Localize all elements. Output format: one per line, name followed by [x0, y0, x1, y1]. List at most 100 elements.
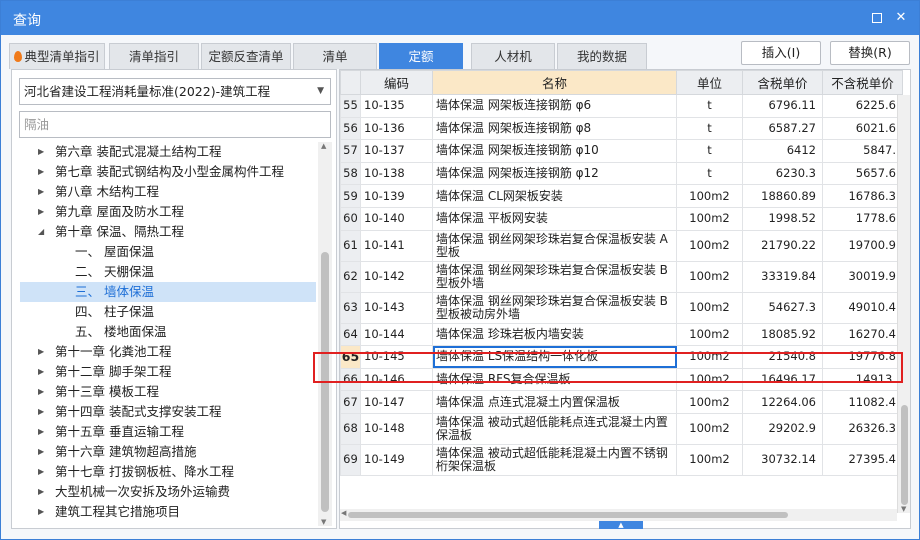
unit-cell[interactable]: 100m2 [676, 412, 743, 445]
price-with-tax-cell[interactable]: 29202.9 [742, 412, 823, 445]
price-with-tax-cell[interactable]: 12264.06 [742, 390, 823, 414]
unit-cell[interactable]: 100m2 [676, 291, 743, 324]
tree-node-chapter[interactable]: ▶ 第七章 装配式钢结构及小型金属构件工程 [20, 162, 316, 182]
table-vertical-scrollbar[interactable]: ▼ [897, 95, 910, 513]
unit-cell[interactable]: t [676, 116, 743, 141]
tab-list[interactable]: 清单 [293, 43, 377, 69]
table-row[interactable]: 55 10-135 墙体保温 网架板连接钢筋 φ6 t 6796.11 6225.6 [340, 94, 903, 118]
name-cell[interactable]: 墙体保温 点连式混凝土内置保温板 [432, 390, 677, 414]
unit-cell[interactable]: 100m2 [676, 260, 743, 293]
row-number-cell[interactable]: 67 [340, 390, 361, 414]
tree-node-chapter[interactable]: ▶ 第十六章 建筑物超高措施 [20, 442, 316, 462]
table-horizontal-scrollbar-thumb[interactable] [348, 512, 788, 518]
row-number-cell[interactable]: 60 [340, 206, 361, 231]
tab-labor-material-machine[interactable]: 人材机 [471, 43, 555, 69]
price-with-tax-cell[interactable]: 6230.3 [742, 161, 823, 186]
tree-node-section[interactable]: 三、 墙体保温 [20, 282, 316, 302]
collapsed-arrow-icon[interactable]: ▶ [38, 482, 48, 502]
collapsed-arrow-icon[interactable]: ▶ [38, 202, 48, 222]
row-number-cell[interactable]: 59 [340, 184, 361, 208]
code-cell[interactable]: 10-141 [360, 229, 433, 262]
name-cell[interactable]: 墙体保温 网架板连接钢筋 φ8 [432, 116, 677, 141]
row-number-cell[interactable]: 64 [340, 322, 361, 347]
maximize-button[interactable] [867, 8, 887, 28]
close-button[interactable]: ✕ [891, 8, 911, 28]
code-cell[interactable]: 10-143 [360, 291, 433, 324]
unit-cell[interactable]: t [676, 139, 743, 163]
table-row[interactable]: 57 10-137 墙体保温 网架板连接钢筋 φ10 t 6412 5847. [340, 139, 903, 163]
price-without-tax-cell[interactable]: 27395.4 [822, 443, 903, 476]
price-with-tax-cell[interactable]: 18860.89 [742, 184, 823, 208]
unit-cell[interactable]: 100m2 [676, 443, 743, 476]
code-cell[interactable]: 10-140 [360, 206, 433, 231]
code-cell[interactable]: 10-148 [360, 412, 433, 445]
code-cell[interactable]: 10-144 [360, 322, 433, 347]
price-without-tax-cell[interactable]: 1778.6 [822, 206, 903, 231]
price-without-tax-cell[interactable]: 49010.4 [822, 291, 903, 324]
collapsed-arrow-icon[interactable]: ▶ [38, 382, 48, 402]
tree-node-chapter[interactable]: ▶ 第六章 装配式混凝土结构工程 [20, 142, 316, 162]
table-row[interactable]: 68 10-148 墙体保温 被动式超低能耗点连式混凝土内置保温板 100m2 2920… [340, 412, 903, 445]
price-with-tax-cell[interactable]: 54627.3 [742, 291, 823, 324]
tree-node-chapter[interactable]: ▶ 第十四章 装配式支撑安装工程 [20, 402, 316, 422]
price-with-tax-cell[interactable]: 6796.11 [742, 94, 823, 118]
unit-cell[interactable]: 100m2 [676, 390, 743, 414]
table-row[interactable]: 56 10-136 墙体保温 网架板连接钢筋 φ8 t 6587.27 6021.6 [340, 116, 903, 141]
tab-quota-reverse-lookup[interactable]: 定额反查清单 [201, 43, 291, 69]
table-row[interactable]: 60 10-140 墙体保温 平板网安装 100m2 1998.52 1778.6 [340, 206, 903, 231]
header-code[interactable]: 编码 [360, 70, 433, 95]
header-unit[interactable]: 单位 [676, 70, 743, 95]
collapsed-arrow-icon[interactable]: ▶ [38, 142, 48, 162]
unit-cell[interactable]: 100m2 [676, 184, 743, 208]
tree-node-chapter[interactable]: ▶ 大型机械一次安拆及场外运输费 [20, 482, 316, 502]
name-cell[interactable]: 墙体保温 钢丝网架珍珠岩复合保温板安装 B型板外墙 [432, 260, 677, 293]
name-cell[interactable]: 墙体保温 被动式超低能耗混凝土内置不锈钢桁架保温板 [432, 443, 677, 476]
tree-node-chapter[interactable]: ▶ 第十七章 打拔钢板桩、降水工程 [20, 462, 316, 482]
unit-cell[interactable]: 100m2 [676, 206, 743, 231]
tree-scrollbar[interactable]: ▲ ▼ [318, 142, 332, 526]
code-cell[interactable]: 10-147 [360, 390, 433, 414]
price-without-tax-cell[interactable]: 16786.3 [822, 184, 903, 208]
row-number-cell[interactable]: 55 [340, 94, 361, 118]
price-without-tax-cell[interactable]: 26326.3 [822, 412, 903, 445]
price-with-tax-cell[interactable]: 6587.27 [742, 116, 823, 141]
name-cell[interactable]: 墙体保温 CL网架板安装 [432, 184, 677, 208]
unit-cell[interactable]: t [676, 161, 743, 186]
row-number-cell[interactable]: 57 [340, 139, 361, 163]
collapsed-arrow-icon[interactable]: ▶ [38, 182, 48, 202]
unit-cell[interactable]: 100m2 [676, 322, 743, 347]
row-number-cell[interactable]: 56 [340, 116, 361, 141]
collapsed-arrow-icon[interactable]: ▶ [38, 462, 48, 482]
table-horizontal-scrollbar[interactable]: ◀ [340, 509, 897, 521]
price-without-tax-cell[interactable]: 6021.6 [822, 116, 903, 141]
table-row[interactable]: 69 10-149 墙体保温 被动式超低能耗混凝土内置不锈钢桁架保温板 100m2 30… [340, 443, 903, 476]
collapsed-arrow-icon[interactable]: ▶ [38, 402, 48, 422]
collapsed-arrow-icon[interactable]: ▶ [38, 362, 48, 382]
tree-node-chapter[interactable]: ▶ 第九章 屋面及防水工程 [20, 202, 316, 222]
insert-button[interactable]: 插入(I) [741, 41, 821, 65]
search-input[interactable]: 隔油 [19, 111, 331, 138]
price-without-tax-cell[interactable]: 30019.9 [822, 260, 903, 293]
price-without-tax-cell[interactable]: 5847. [822, 139, 903, 163]
tree-node-chapter[interactable]: ◢ 第十章 保温、隔热工程 [20, 222, 316, 242]
price-without-tax-cell[interactable]: 19700.9 [822, 229, 903, 262]
name-cell[interactable]: 墙体保温 钢丝网架珍珠岩复合保温板安装 A型板 [432, 229, 677, 262]
price-without-tax-cell[interactable]: 11082.4 [822, 390, 903, 414]
price-with-tax-cell[interactable]: 6412 [742, 139, 823, 163]
row-number-cell[interactable]: 68 [340, 412, 361, 445]
tree-node-section[interactable]: 一、 屋面保温 [20, 242, 316, 262]
name-cell[interactable]: 墙体保温 钢丝网架珍珠岩复合保温板安装 B型板被动房外墙 [432, 291, 677, 324]
header-name[interactable]: 名称 [432, 70, 677, 95]
code-cell[interactable]: 10-149 [360, 443, 433, 476]
standard-select[interactable]: 河北省建设工程消耗量标准(2022)-建筑工程 ▼ [19, 78, 331, 105]
table-row[interactable]: 67 10-147 墙体保温 点连式混凝土内置保温板 100m2 12264.06 110… [340, 390, 903, 414]
header-price-with-tax[interactable]: 含税单价 [742, 70, 823, 95]
code-cell[interactable]: 10-139 [360, 184, 433, 208]
expand-panel-arrow-icon[interactable]: ▲ [599, 521, 643, 529]
tree-node-chapter[interactable]: ▶ 第十五章 垂直运输工程 [20, 422, 316, 442]
code-cell[interactable]: 10-142 [360, 260, 433, 293]
price-without-tax-cell[interactable]: 5657.6 [822, 161, 903, 186]
table-row[interactable]: 62 10-142 墙体保温 钢丝网架珍珠岩复合保温板安装 B型板外墙 100m2 33… [340, 260, 903, 293]
tab-list-guide[interactable]: 清单指引 [109, 43, 199, 69]
replace-button[interactable]: 替换(R) [830, 41, 910, 65]
